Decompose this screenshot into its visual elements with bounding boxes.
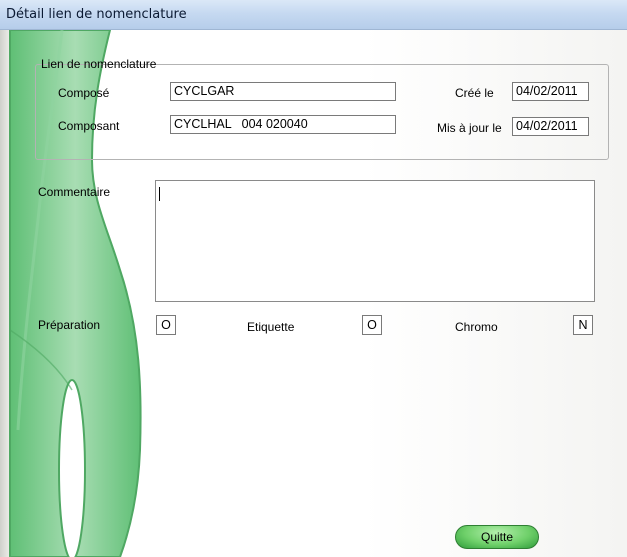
quitte-button[interactable]: Quitte (455, 525, 539, 549)
compose-label: Composé (58, 86, 110, 100)
window-title: Détail lien de nomenclature (6, 7, 187, 22)
preparation-field[interactable]: O (156, 315, 176, 335)
cree-le-label: Créé le (455, 86, 494, 100)
commentaire-label: Commentaire (38, 185, 111, 199)
commentaire-textarea[interactable] (155, 180, 595, 302)
composant-field[interactable]: CYCLHAL 004 020040 (170, 115, 396, 134)
cree-le-field[interactable]: 04/02/2011 (512, 82, 589, 101)
mis-a-jour-field[interactable]: 04/02/2011 (512, 117, 589, 136)
compose-field[interactable]: CYCLGAR (170, 82, 396, 101)
composant-label: Composant (58, 119, 120, 133)
etiquette-label: Etiquette (247, 320, 295, 334)
form-client-area: Lien de nomenclature Composé CYCLGAR Com… (0, 30, 627, 557)
lien-nomenclature-group (35, 64, 609, 160)
window-titlebar: Détail lien de nomenclature (0, 0, 627, 30)
chromo-field[interactable]: N (573, 315, 593, 335)
chromo-label: Chromo (455, 320, 498, 334)
group-legend: Lien de nomenclature (41, 57, 157, 71)
preparation-label: Préparation (38, 318, 101, 332)
mis-a-jour-label: Mis à jour le (437, 121, 502, 135)
text-caret (159, 187, 160, 201)
etiquette-field[interactable]: O (362, 315, 382, 335)
